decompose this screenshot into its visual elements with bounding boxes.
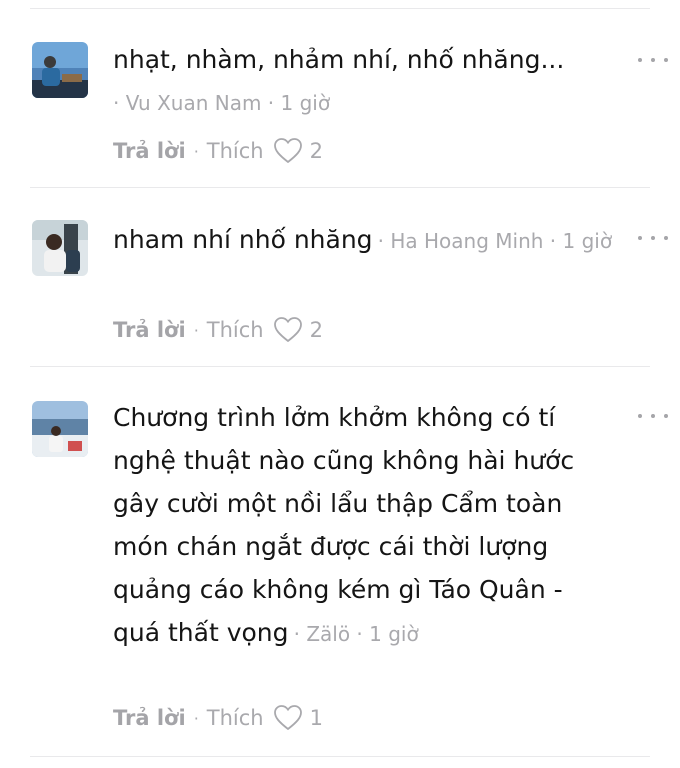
comment-actions: Trả lời · Thích 2 bbox=[113, 313, 323, 347]
avatar[interactable] bbox=[32, 401, 88, 457]
comment-body: nham nhí nhố nhăng · Ha Hoang Minh · 1 g… bbox=[113, 220, 613, 263]
comment-actions: Trả lời · Thích 2 bbox=[113, 134, 323, 168]
like-count: 2 bbox=[309, 318, 323, 342]
more-options-button[interactable] bbox=[638, 410, 668, 422]
more-horizontal-icon bbox=[638, 58, 642, 62]
comment-body: Chương trình lởm khởm không có tí nghệ t… bbox=[113, 398, 613, 656]
like-count: 1 bbox=[309, 706, 323, 730]
comment-text: Chương trình lởm khởm không có tí nghệ t… bbox=[113, 403, 575, 647]
divider bbox=[30, 756, 650, 757]
separator: · bbox=[193, 320, 199, 340]
heart-outline-icon[interactable] bbox=[273, 138, 302, 164]
divider bbox=[30, 187, 650, 188]
more-options-button[interactable] bbox=[638, 54, 668, 66]
more-horizontal-icon bbox=[638, 236, 642, 240]
avatar[interactable] bbox=[32, 42, 88, 98]
comment-meta: · Vu Xuan Nam · 1 giờ bbox=[113, 91, 331, 115]
separator: · bbox=[193, 708, 199, 728]
comment-meta: · Ha Hoang Minh · 1 giờ bbox=[377, 229, 613, 253]
more-options-button[interactable] bbox=[638, 232, 668, 244]
heart-outline-icon[interactable] bbox=[273, 705, 302, 731]
like-count: 2 bbox=[309, 139, 323, 163]
comment-actions: Trả lời · Thích 1 bbox=[113, 701, 323, 735]
comment-meta: · Zälö · 1 giờ bbox=[293, 622, 419, 646]
more-horizontal-icon bbox=[638, 414, 642, 418]
comment-text: nhạt, nhàm, nhảm nhí, nhố nhăng... bbox=[113, 45, 565, 74]
comment-text: nham nhí nhố nhăng bbox=[113, 225, 373, 254]
divider bbox=[30, 366, 650, 367]
comment-body: nhạt, nhàm, nhảm nhí, nhố nhăng... · Vu … bbox=[113, 40, 613, 125]
like-button[interactable]: Thích bbox=[207, 139, 264, 163]
reply-button[interactable]: Trả lời bbox=[113, 706, 186, 730]
like-button[interactable]: Thích bbox=[207, 318, 264, 342]
divider bbox=[30, 8, 650, 9]
heart-outline-icon[interactable] bbox=[273, 317, 302, 343]
reply-button[interactable]: Trả lời bbox=[113, 139, 186, 163]
avatar[interactable] bbox=[32, 220, 88, 276]
reply-button[interactable]: Trả lời bbox=[113, 318, 186, 342]
separator: · bbox=[193, 141, 199, 161]
like-button[interactable]: Thích bbox=[207, 706, 264, 730]
